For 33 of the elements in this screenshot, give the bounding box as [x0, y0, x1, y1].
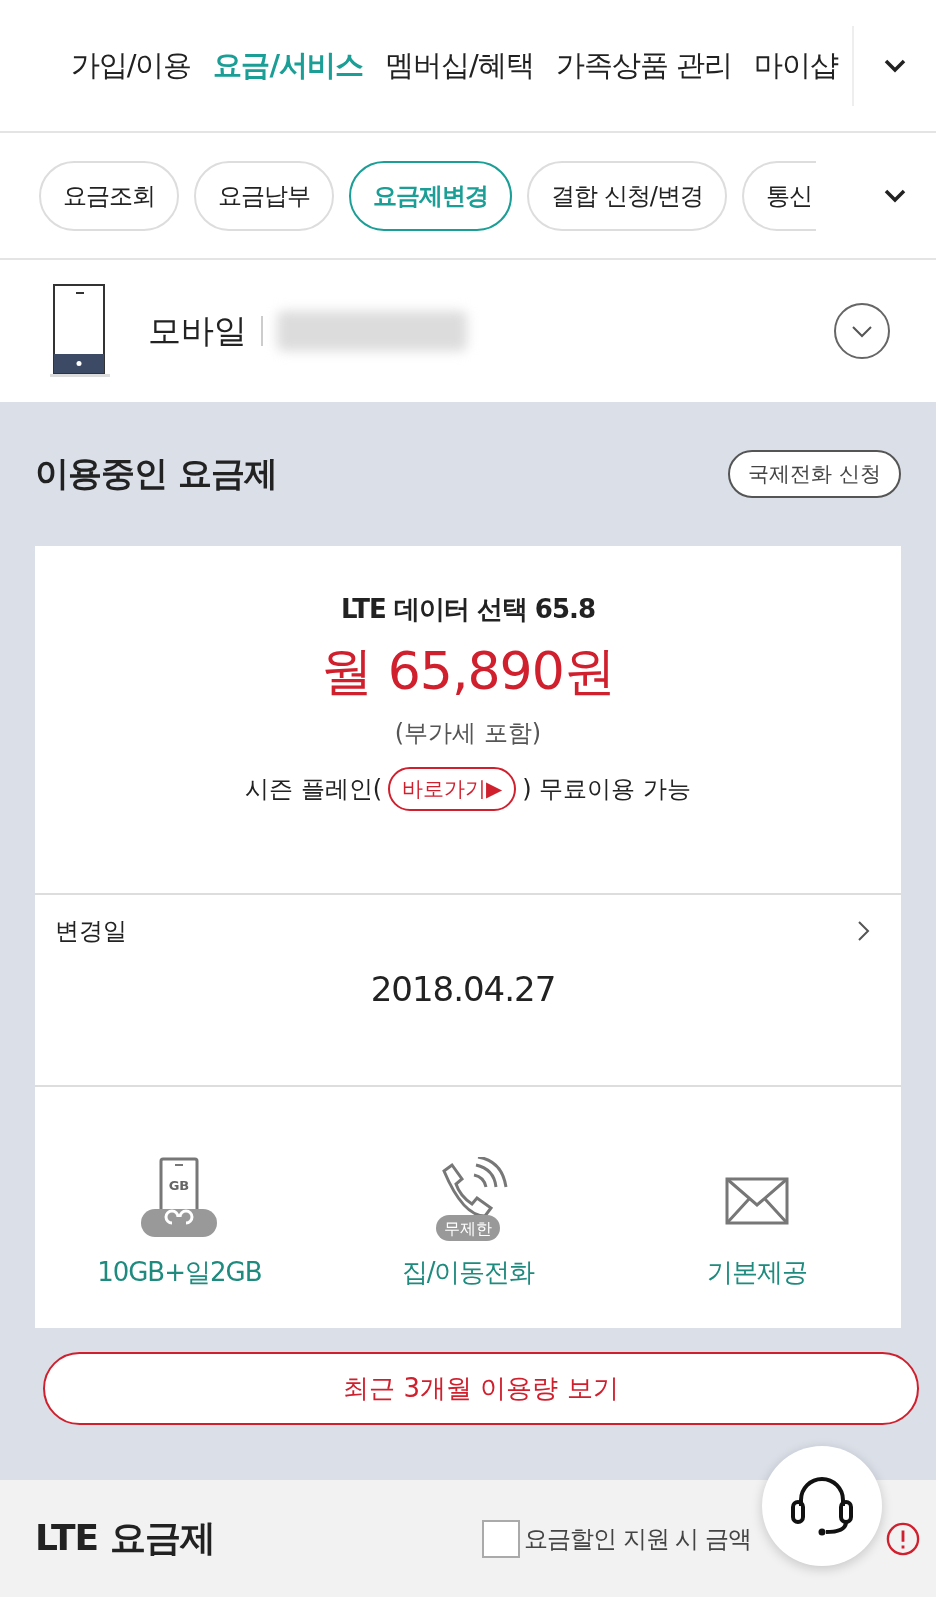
vat-note: (부가세 포함)	[394, 718, 542, 749]
sub-tab[interactable]: 요금납부	[194, 160, 334, 231]
info-icon[interactable]	[886, 1522, 920, 1556]
shortcut-link[interactable]: 바로가기▶	[388, 767, 517, 811]
nav-tab[interactable]: 가족상품 관리	[555, 45, 732, 86]
nav-tab[interactable]: 마이샵	[754, 45, 838, 86]
promo-text: ) 무료이용 가능	[522, 774, 691, 805]
sub-tab[interactable]: 요금조회	[39, 160, 179, 231]
section-title: 이용중인 요금제	[35, 452, 277, 495]
promo-text: 시즌 플레인(	[245, 774, 383, 805]
change-date: 2018.04.27	[370, 969, 556, 1009]
checkbox[interactable]	[482, 1519, 521, 1558]
checkbox-label: 요금할인 지원 시 금액	[524, 1523, 751, 1555]
chevron-down-icon[interactable]	[884, 58, 906, 73]
expand-circle-icon[interactable]	[833, 302, 891, 360]
feature-label: 기본제공	[706, 1256, 807, 1289]
sub-tab[interactable]: 결합 신청/변경	[527, 160, 727, 231]
usage-button[interactable]: 최근 3개월 이용량 보기	[43, 1352, 919, 1425]
plan-price: 월 65,890원	[321, 640, 615, 703]
intl-call-button[interactable]: 국제전화 신청	[728, 450, 901, 498]
feature-label: 집/이동전화	[401, 1256, 535, 1289]
chevron-right-icon[interactable]	[857, 920, 871, 942]
section-title: LTE 요금제	[35, 1516, 215, 1560]
change-date-label: 변경일	[55, 916, 127, 947]
sub-tab[interactable]: 통신	[741, 160, 816, 231]
mobile-phone-icon	[50, 284, 110, 378]
plan-name: LTE 데이터 선택 65.8	[340, 593, 596, 626]
headset-icon	[789, 1476, 855, 1536]
nav-tab[interactable]: 멤버십/혜택	[385, 45, 534, 86]
feature-label: 10GB+일2GB	[97, 1256, 262, 1289]
line-type-label: 모바일	[148, 309, 247, 352]
nav-tab[interactable]: 가입/이용	[70, 45, 192, 86]
chevron-down-icon[interactable]	[884, 188, 906, 203]
